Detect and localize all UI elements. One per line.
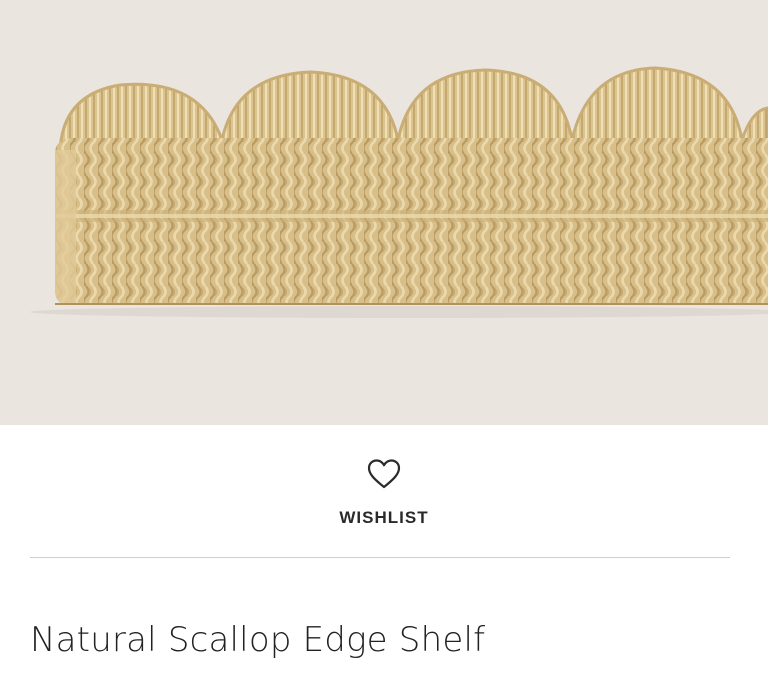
product-page: WISHLIST Natural Scallop Edge Shelf — [0, 0, 768, 681]
woven-front-wall — [55, 138, 768, 305]
wishlist-button[interactable]: WISHLIST — [0, 458, 768, 528]
heart-outline-icon[interactable] — [367, 458, 401, 490]
product-image[interactable] — [0, 0, 768, 425]
product-title: Natural Scallop Edge Shelf — [30, 620, 486, 660]
woven-shelf-illustration — [30, 66, 768, 318]
wishlist-label[interactable]: WISHLIST — [339, 508, 428, 528]
divider — [30, 557, 730, 558]
